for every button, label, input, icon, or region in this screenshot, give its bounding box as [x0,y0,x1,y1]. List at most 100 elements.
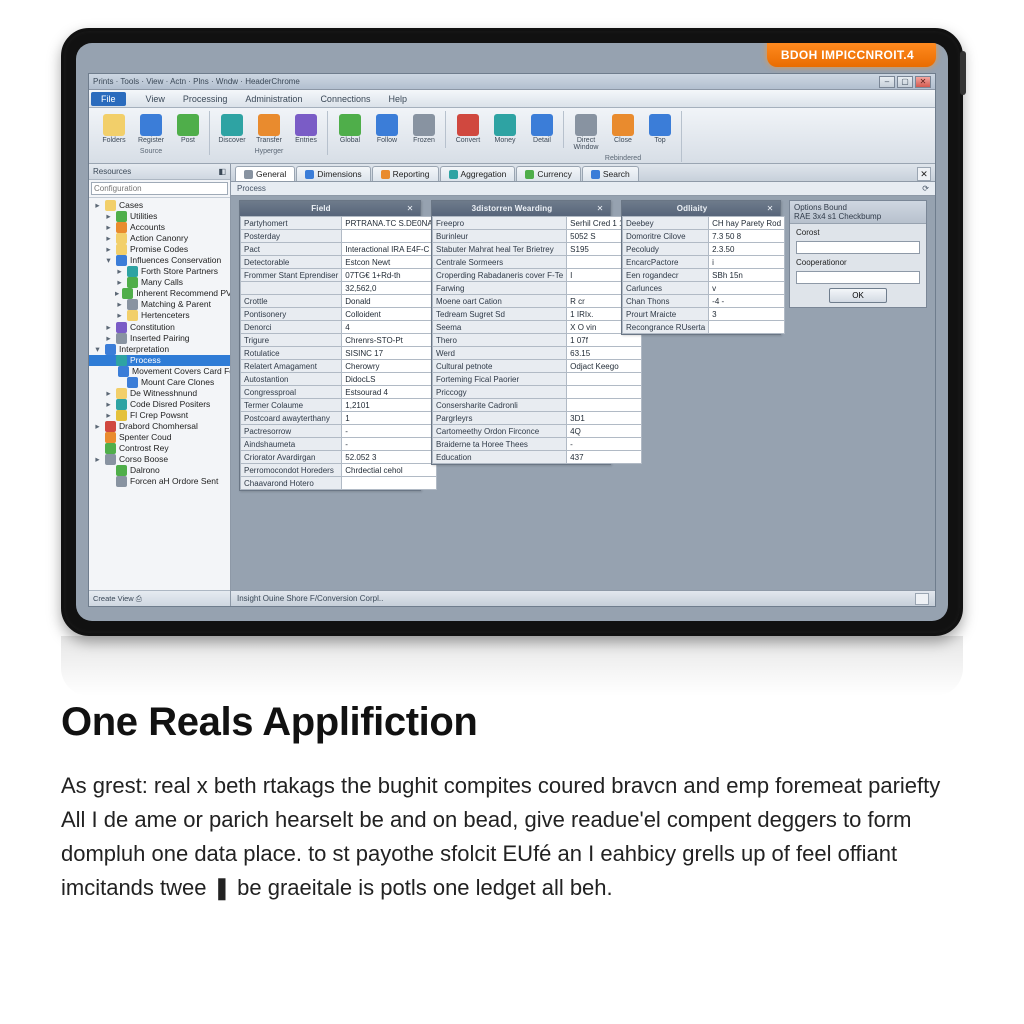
sidebar-footer[interactable]: Create View ⎙ [89,590,230,606]
menu-file[interactable]: File [91,92,126,106]
property-row[interactable]: Centrale Sormeers [433,256,642,269]
tree-node[interactable]: ▸Corso Boose [89,454,230,465]
property-row[interactable]: Aindshaumeta- [241,438,437,451]
tree-node[interactable]: ▸Utilities [89,211,230,222]
property-row[interactable]: Frommer Stant Eprendiser07TG€ 1+Rd-th [241,269,437,282]
tree-node[interactable]: ▸Promise Codes [89,244,230,255]
tree-node[interactable]: Forcen aH Ordore Sent [89,476,230,487]
ribbon-top[interactable]: Top [643,111,677,154]
ribbon-discover[interactable]: Discover [215,111,249,147]
property-value[interactable]: - [342,425,436,438]
property-row[interactable]: Tedream Sugret Sd1 IRIx. [433,308,642,321]
ribbon-folders[interactable]: Folders [97,111,131,147]
ribbon-close[interactable]: Close [606,111,640,154]
panel-close-icon[interactable]: ✕ [594,204,606,213]
property-value[interactable] [342,477,436,490]
property-row[interactable]: PactInteractional IRA E4F-C [241,243,437,256]
property-row[interactable]: Termer Colaume1,2101 [241,399,437,412]
property-row[interactable]: Chan Thons-4 - [623,295,785,308]
property-value[interactable] [709,321,785,334]
property-row[interactable]: Stabuter Mahrat heal Ter BrietreyS195 [433,243,642,256]
property-row[interactable]: Een rogandecrSBh 15n [623,269,785,282]
property-row[interactable]: PartyhomertPRTRANA.TC S.DE0NA [241,217,437,230]
property-row[interactable]: Criorator Avardirgan52.052 3 [241,451,437,464]
tree-node[interactable]: ▸De Witnesshnund [89,388,230,399]
property-value[interactable]: 3D1 [567,412,642,425]
ribbon-money[interactable]: Money [488,111,522,147]
property-value[interactable]: Cherowry [342,360,436,373]
property-row[interactable]: Pargrleyrs3D1 [433,412,642,425]
property-value[interactable]: - [567,438,642,451]
tree-node[interactable]: ▸Hertenceters [89,310,230,321]
menu-administration[interactable]: Administration [236,92,311,106]
property-row[interactable]: Forteming Fical Paorier [433,373,642,386]
menu-view[interactable]: View [137,92,174,106]
tree-twisty-icon[interactable]: ▸ [104,322,113,333]
property-value[interactable] [567,373,642,386]
tree-node[interactable]: Spenter Coud [89,432,230,443]
tree-twisty-icon[interactable]: ▸ [104,211,113,222]
options-ok-button[interactable]: OK [829,288,887,303]
property-value[interactable]: Chrenrs-STO-Pt [342,334,436,347]
property-value[interactable]: 2.3.50 [709,243,785,256]
property-value[interactable]: Estcon Newt [342,256,436,269]
property-value[interactable]: 32,562,0 [342,282,436,295]
property-row[interactable]: Burinleur5052 S [433,230,642,243]
tree-node[interactable]: ▸Action Canonry [89,233,230,244]
property-row[interactable]: Werd63.15 [433,347,642,360]
tree-node[interactable]: ▸Many Calls [89,277,230,288]
property-row[interactable]: Croperding Rabadaneris cover F-TeI [433,269,642,282]
property-row[interactable]: Pecoludy2.3.50 [623,243,785,256]
property-row[interactable]: Moene oart CationR cr [433,295,642,308]
property-value[interactable]: SBh 15n [709,269,785,282]
property-row[interactable]: Perromocondot HoredersChrdectial cehol [241,464,437,477]
property-value[interactable]: 437 [567,451,642,464]
property-value[interactable]: -4 - [709,295,785,308]
tab-reporting[interactable]: Reporting [372,166,439,181]
property-row[interactable]: DeebeyCH hay Parety Rod [623,217,785,230]
property-value[interactable]: Chrdectial cehol [342,464,436,477]
tree-node[interactable]: ▸Fl Crep Powsnt [89,410,230,421]
tree-twisty-icon[interactable]: ▸ [104,399,113,410]
property-value[interactable]: Donald [342,295,436,308]
property-value[interactable]: 4Q [567,425,642,438]
ribbon-post[interactable]: Post [171,111,205,147]
tree-twisty-icon[interactable]: ▸ [104,388,113,399]
property-row[interactable]: TrigureChrenrs-STO-Pt [241,334,437,347]
tree-twisty-icon[interactable]: ▸ [115,310,124,321]
sidebar-tree[interactable]: ▸Cases▸Utilities▸Accounts▸Action Canonry… [89,198,230,590]
property-row[interactable]: CrottleDonald [241,295,437,308]
tree-twisty-icon[interactable]: ▸ [115,277,124,288]
property-row[interactable]: Carluncesv [623,282,785,295]
tree-twisty-icon[interactable]: ▸ [93,200,102,211]
property-row[interactable]: Relatert AmagamentCherowry [241,360,437,373]
property-value[interactable]: DidocLS [342,373,436,386]
property-row[interactable]: Posterday [241,230,437,243]
property-row[interactable]: Chaavarond Hotero [241,477,437,490]
tree-node[interactable]: Mount Care Clones [89,377,230,388]
tree-node[interactable]: ▸Inserted Pairing [89,333,230,344]
tree-twisty-icon[interactable]: ▸ [93,421,102,432]
tab-dimensions[interactable]: Dimensions [296,166,370,181]
tree-node[interactable]: ▸Cases [89,200,230,211]
property-row[interactable]: Pactresorrow- [241,425,437,438]
property-row[interactable]: Education437 [433,451,642,464]
property-row[interactable]: FreeproSerhil Cred 1 1P53 [433,217,642,230]
property-row[interactable]: Denorci4 [241,321,437,334]
tree-node[interactable]: ▾Influences Conservation [89,255,230,266]
tree-twisty-icon[interactable]: ▸ [104,222,113,233]
property-value[interactable]: Odjact Keego [567,360,642,373]
tree-node[interactable]: ▸Accounts [89,222,230,233]
property-value[interactable]: 1,2101 [342,399,436,412]
tab-currency[interactable]: Currency [516,166,580,181]
property-value[interactable]: 07TG€ 1+Rd-th [342,269,436,282]
tab-aggregation[interactable]: Aggregation [440,166,516,181]
property-row[interactable]: Farwing [433,282,642,295]
property-value[interactable]: 52.052 3 [342,451,436,464]
property-value[interactable]: Interactional IRA E4F-C [342,243,436,256]
tree-twisty-icon[interactable]: ▸ [115,299,124,310]
sidebar-header-icon[interactable]: ◧ [218,167,226,176]
menu-help[interactable]: Help [379,92,416,106]
property-row[interactable]: Recongrance RUserta [623,321,785,334]
tree-twisty-icon[interactable]: ▾ [93,344,102,355]
